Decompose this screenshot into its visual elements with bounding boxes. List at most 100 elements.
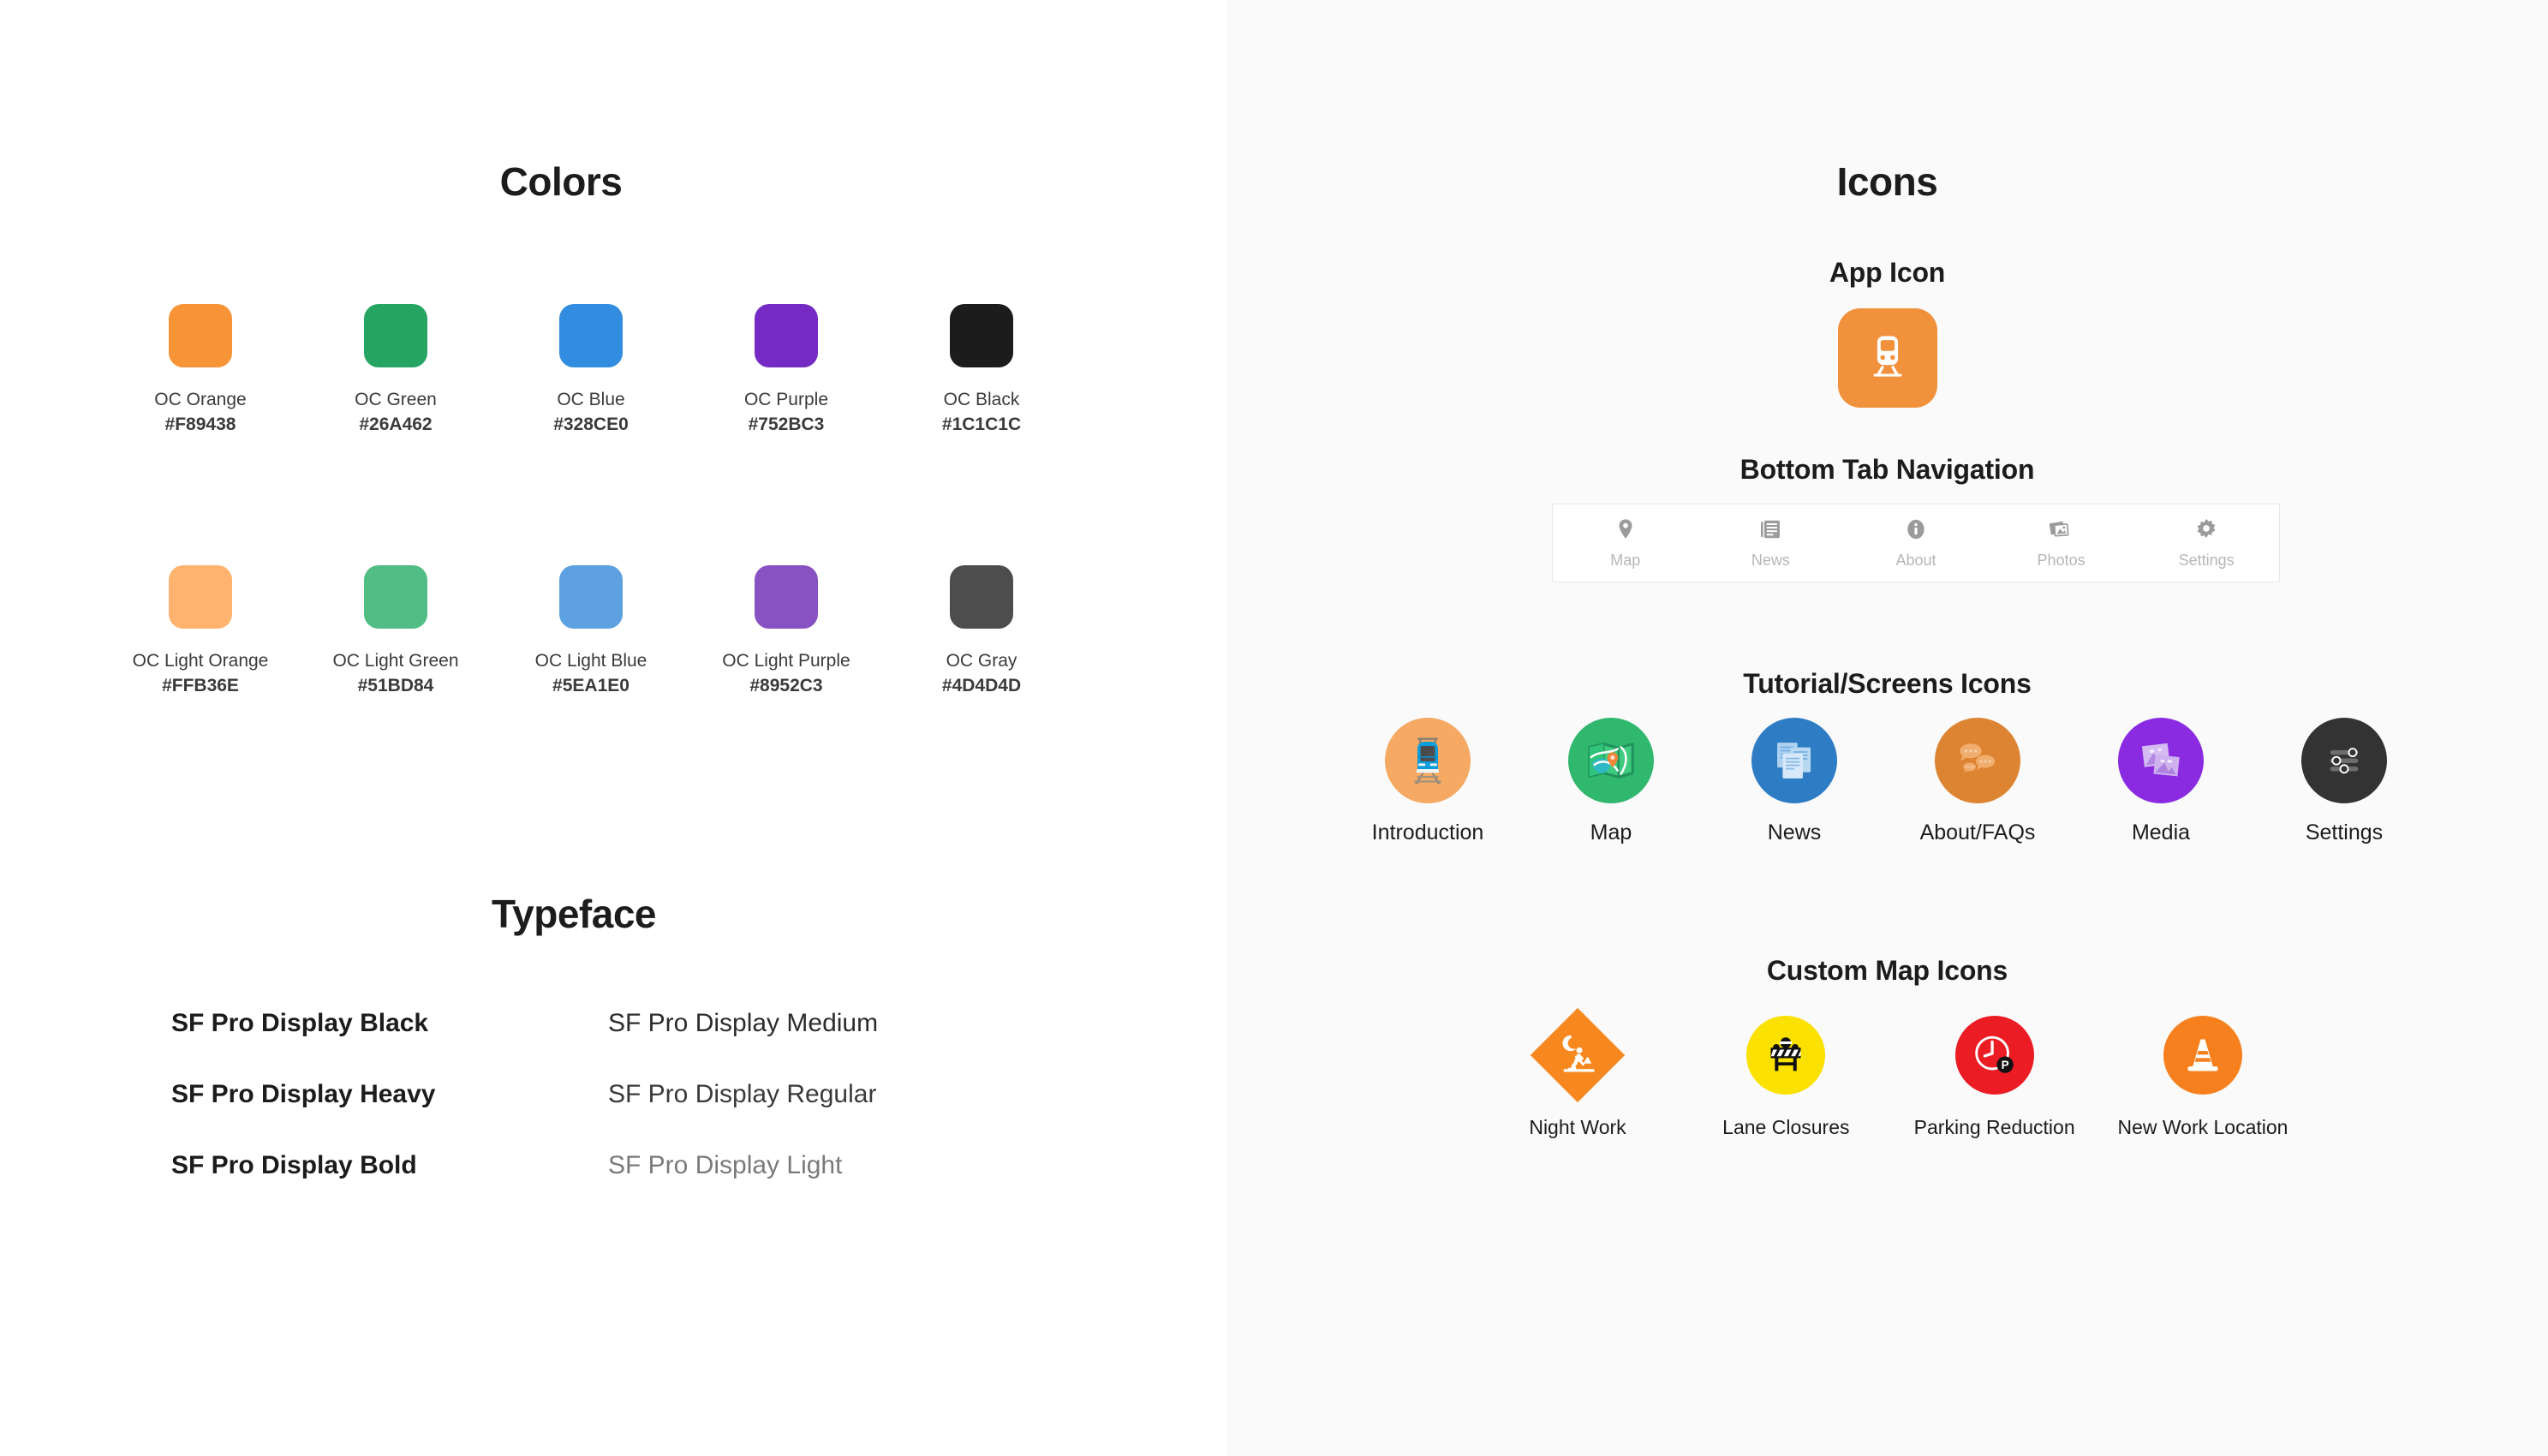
color-swatch-name: OC Green bbox=[355, 390, 437, 409]
color-swatch-cell-r1-2: OC Blue #328CE0 bbox=[493, 304, 689, 438]
color-swatch-row-2: OC Light Orange #FFB36E OC Light Green #51B… bbox=[103, 565, 1079, 699]
train-icon bbox=[1863, 331, 1912, 385]
tab-label-photos: Photos bbox=[2037, 551, 2086, 569]
color-swatch-hex: #1C1C1C bbox=[941, 414, 1022, 434]
parking-reduction-shape: P bbox=[1954, 1011, 2034, 1100]
info-circle-icon bbox=[1904, 517, 1928, 546]
typeface-list: SF Pro Display Black SF Pro Display Medi… bbox=[171, 1006, 1045, 1182]
tutorial-item-about-faqs[interactable]: About/FAQs bbox=[1896, 718, 2059, 845]
map-icon-label-parking-reduction: Parking Reduction bbox=[1913, 1116, 2075, 1138]
map-icon-item-night-work[interactable]: Night Work bbox=[1492, 1007, 1663, 1140]
color-swatch bbox=[169, 565, 232, 629]
tab-about[interactable]: About bbox=[1843, 517, 1989, 570]
icons-heading: Icons bbox=[1836, 159, 1938, 204]
night-work-icon bbox=[1530, 1007, 1626, 1103]
lane-closures-shape bbox=[1746, 1011, 1826, 1100]
color-swatch-name: OC Light Orange bbox=[132, 651, 269, 671]
tab-settings[interactable]: Settings bbox=[2133, 517, 2279, 570]
tutorial-label-about-faqs: About/FAQs bbox=[1919, 820, 2036, 844]
app-icon[interactable] bbox=[1837, 308, 1937, 408]
color-swatch bbox=[755, 565, 818, 629]
color-swatch-row-1: OC Orange #F89438 OC Green #26A462 OC Blue #3… bbox=[103, 304, 1079, 438]
tab-map[interactable]: Map bbox=[1553, 517, 1698, 570]
custom-map-icons-heading: Custom Map Icons bbox=[1766, 955, 2008, 986]
color-swatch-name: OC Black bbox=[943, 390, 1020, 409]
typeface-sample-black: SF Pro Display Black bbox=[171, 1009, 429, 1037]
tutorial-icons-heading: Tutorial/Screens Icons bbox=[1743, 668, 2032, 699]
color-swatch bbox=[364, 565, 427, 629]
new-work-location-shape bbox=[2163, 1011, 2242, 1100]
app-icon-heading: App Icon bbox=[1829, 257, 1946, 288]
app-icon-wrapper bbox=[1226, 308, 2548, 408]
color-swatch-name: OC Light Green bbox=[332, 651, 459, 671]
color-swatch-name: OC Light Blue bbox=[534, 651, 647, 671]
tutorial-item-news[interactable]: News bbox=[1713, 718, 1876, 845]
tutorial-item-introduction[interactable]: Introduction bbox=[1346, 718, 1509, 845]
tab-news[interactable]: News bbox=[1698, 517, 1844, 570]
tab-label-settings: Settings bbox=[2178, 551, 2235, 569]
newspaper-icon bbox=[1758, 517, 1782, 546]
tutorial-item-media[interactable]: Media bbox=[2080, 718, 2242, 845]
color-swatch bbox=[169, 304, 232, 367]
tab-nav-heading: Bottom Tab Navigation bbox=[1739, 454, 2035, 485]
color-swatch-cell-r1-1: OC Green #26A462 bbox=[298, 304, 493, 438]
tutorial-label-map: Map bbox=[1590, 820, 1632, 844]
tutorial-label-settings: Settings bbox=[2305, 820, 2384, 844]
color-swatch bbox=[950, 304, 1013, 367]
color-swatch-hex: #328CE0 bbox=[553, 414, 629, 434]
sliders-icon bbox=[2301, 718, 2387, 803]
color-swatch-name: OC Orange bbox=[154, 390, 247, 409]
gear-icon bbox=[2194, 517, 2218, 546]
tutorial-label-news: News bbox=[1767, 820, 1822, 844]
tutorial-item-settings[interactable]: Settings bbox=[2263, 718, 2426, 845]
color-swatch-hex: #8952C3 bbox=[749, 675, 823, 695]
typeface-sample-heavy: SF Pro Display Heavy bbox=[171, 1080, 436, 1108]
svg-text:P: P bbox=[2001, 1059, 2008, 1071]
color-swatch-cell-r1-3: OC Purple #752BC3 bbox=[689, 304, 884, 438]
night-work-shape bbox=[1530, 1007, 1626, 1103]
map-icon-item-new-work-location[interactable]: New Work Location bbox=[2117, 1011, 2288, 1140]
left-panel: Colors OC Orange #F89438 OC Green #26A462 OC… bbox=[0, 0, 1226, 1456]
tab-label-about: About bbox=[1895, 551, 1936, 569]
photos-stack-icon bbox=[2049, 517, 2074, 546]
tutorial-icons-row: Introduction Map News About/FAQs Media S… bbox=[1346, 718, 2426, 845]
documents-icon bbox=[1751, 718, 1837, 803]
tutorial-label-media: Media bbox=[2131, 820, 2191, 844]
color-swatch bbox=[559, 565, 623, 629]
barricade-icon bbox=[1746, 1016, 1826, 1095]
color-swatch-cell-r2-2: OC Light Blue #5EA1E0 bbox=[493, 565, 689, 699]
color-swatch-name: OC Light Purple bbox=[722, 651, 850, 671]
color-swatch-hex: #26A462 bbox=[359, 414, 433, 434]
color-swatch-hex: #4D4D4D bbox=[941, 675, 1022, 695]
style-guide-page: Colors OC Orange #F89438 OC Green #26A462 OC… bbox=[0, 0, 2548, 1456]
color-swatch-name: OC Purple bbox=[743, 390, 829, 409]
color-swatch-cell-r2-1: OC Light Green #51BD84 bbox=[298, 565, 493, 699]
color-swatch-name: OC Gray bbox=[946, 651, 1017, 671]
color-swatch bbox=[755, 304, 818, 367]
color-swatch-name: OC Blue bbox=[557, 390, 625, 409]
tutorial-label-introduction: Introduction bbox=[1371, 820, 1484, 844]
clock-parking-icon: P bbox=[1954, 1016, 2034, 1095]
color-swatch bbox=[559, 304, 623, 367]
map-icon-label-lane-closures: Lane Closures bbox=[1722, 1116, 1850, 1138]
photos-icon bbox=[2118, 718, 2204, 803]
custom-map-icons-row: Night Work Lane Closures P Parking Reduc… bbox=[1492, 1007, 2288, 1140]
color-swatch-hex: #51BD84 bbox=[357, 675, 434, 695]
color-swatch-cell-r2-3: OC Light Purple #8952C3 bbox=[689, 565, 884, 699]
color-swatch-hex: #752BC3 bbox=[748, 414, 825, 434]
color-swatch-hex: #5EA1E0 bbox=[552, 675, 630, 695]
folded-map-icon bbox=[1568, 718, 1654, 803]
tab-photos[interactable]: Photos bbox=[1989, 517, 2134, 570]
tab-label-news: News bbox=[1751, 551, 1790, 569]
map-icon-label-new-work-location: New Work Location bbox=[2117, 1116, 2288, 1138]
typeface-sample-medium: SF Pro Display Medium bbox=[608, 1009, 879, 1037]
color-swatch-hex: #FFB36E bbox=[162, 675, 239, 695]
right-panel: Icons App Icon Bottom Tab Navigation Map… bbox=[1226, 0, 2548, 1456]
typeface-heading: Typeface bbox=[491, 892, 657, 936]
color-swatch-cell-r2-0: OC Light Orange #FFB36E bbox=[103, 565, 298, 699]
typeface-sample-bold: SF Pro Display Bold bbox=[171, 1151, 417, 1179]
map-icon-item-lane-closures[interactable]: Lane Closures bbox=[1700, 1011, 1871, 1140]
chat-bubbles-icon bbox=[1935, 718, 2020, 803]
map-icon-item-parking-reduction[interactable]: P Parking Reduction bbox=[1909, 1011, 2080, 1140]
tutorial-item-map[interactable]: Map bbox=[1530, 718, 1692, 845]
